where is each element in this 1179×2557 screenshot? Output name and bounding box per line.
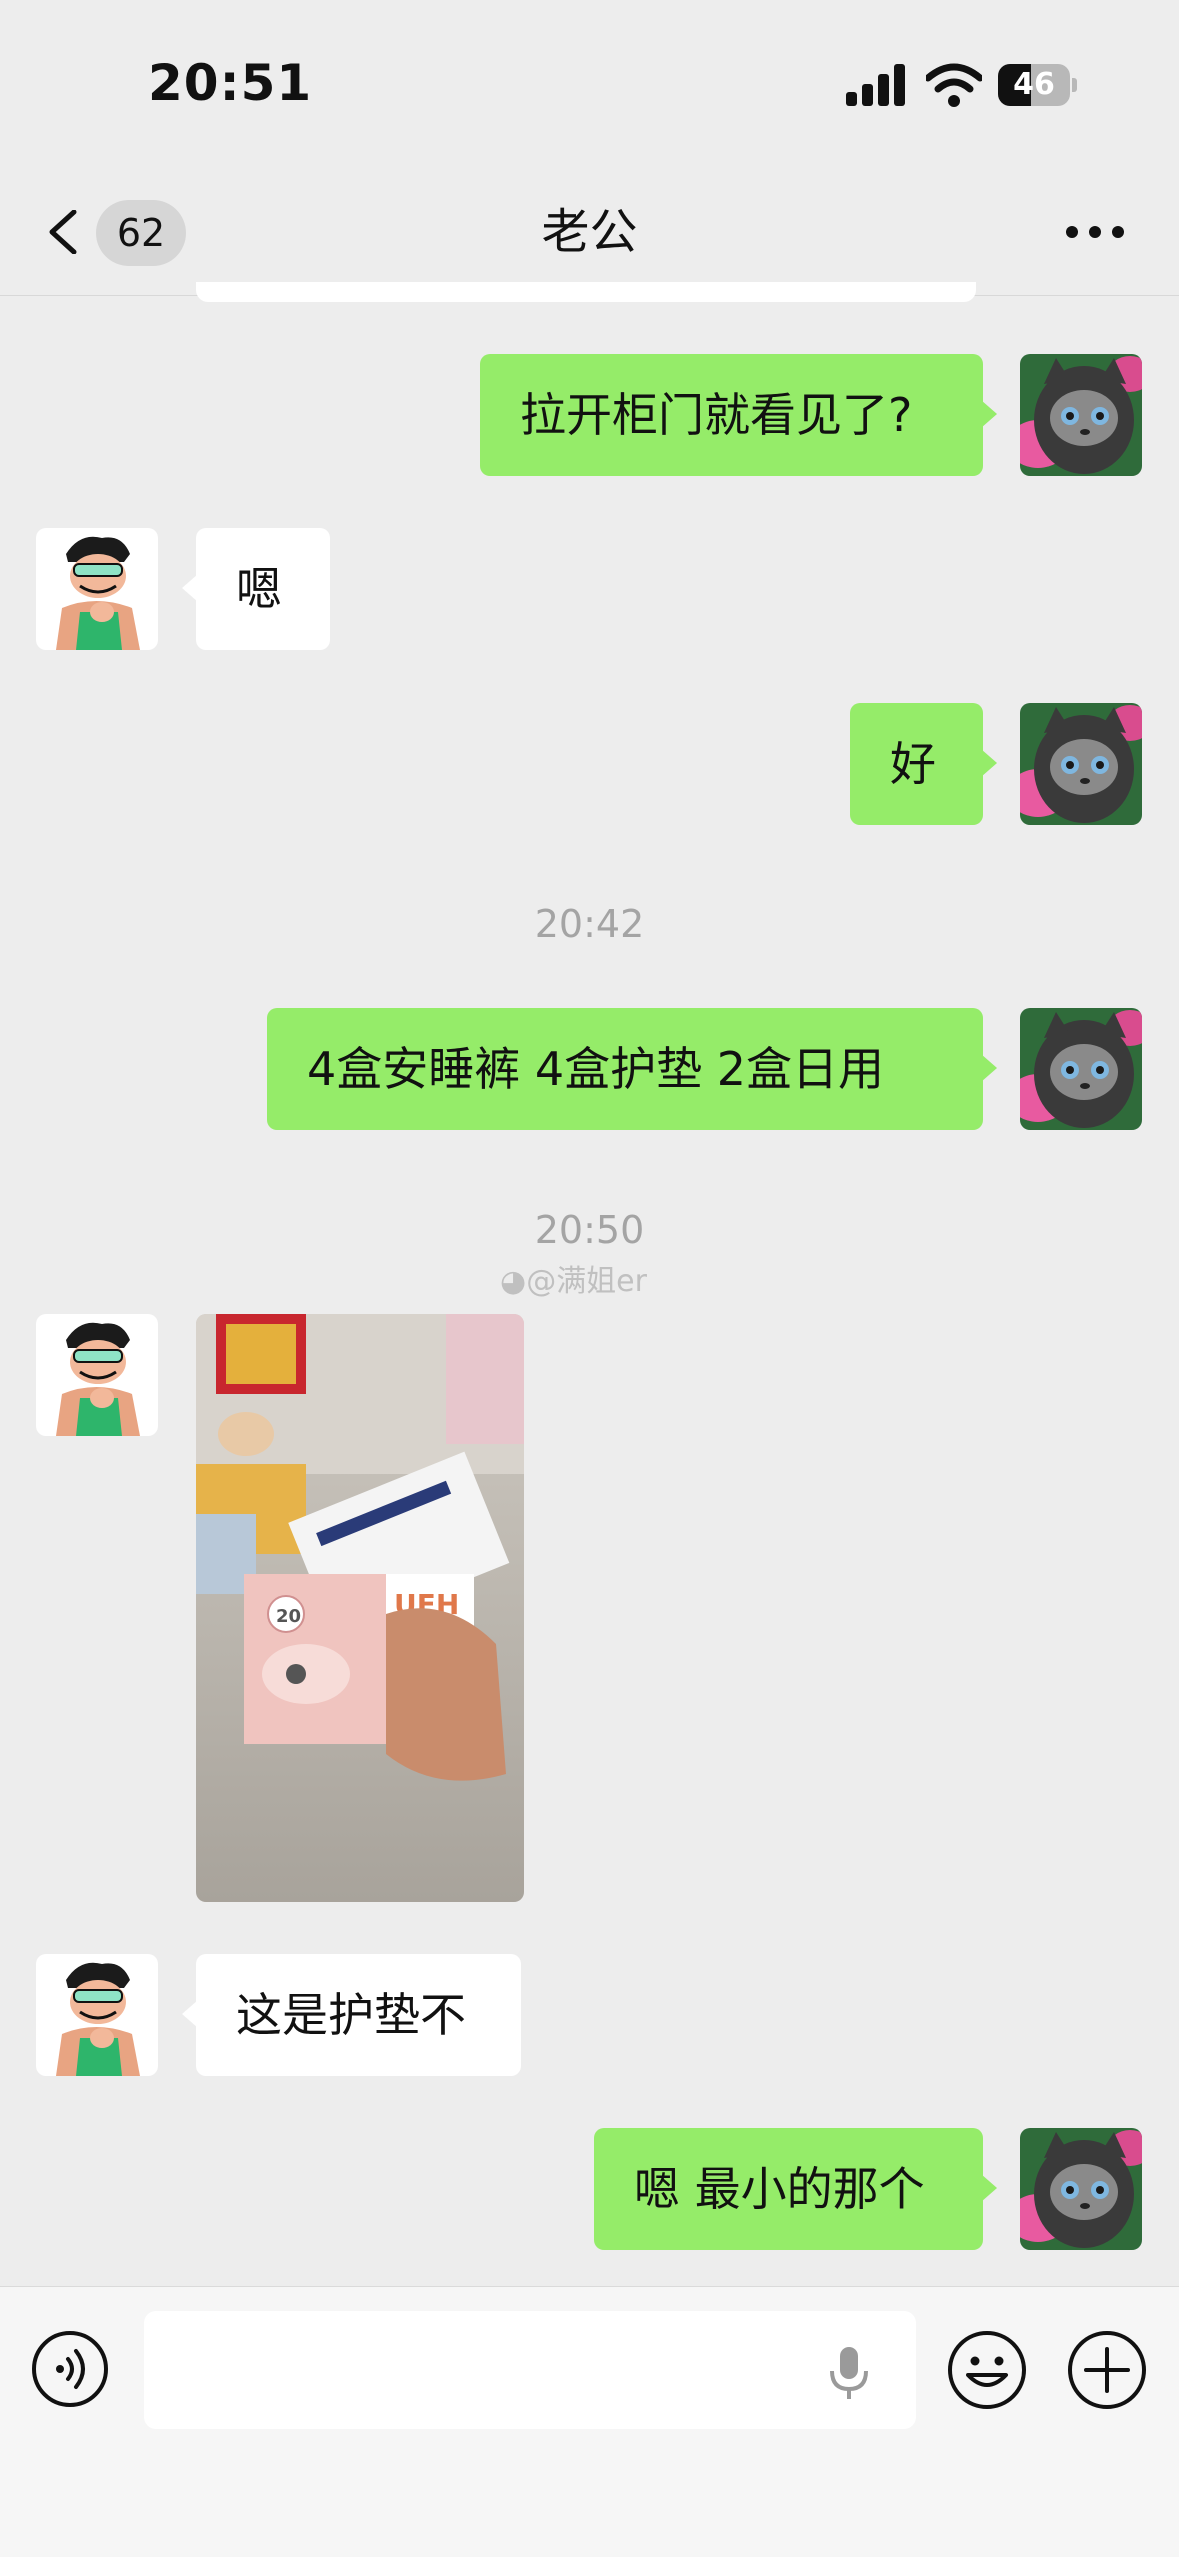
- message-bubble-incoming[interactable]: 这是护垫不: [182, 1954, 521, 2076]
- my-avatar[interactable]: [1020, 354, 1142, 476]
- message-text: 嗯: [236, 562, 282, 616]
- message-text: 嗯 最小的那个: [634, 2162, 925, 2216]
- cartoon-man-avatar-icon: [36, 1954, 158, 2076]
- back-button[interactable]: 62: [40, 192, 190, 272]
- weibo-icon: ◕: [500, 1264, 527, 1299]
- product-photo: UEH 20: [196, 1314, 524, 1902]
- image-message[interactable]: UEH 20: [196, 1314, 524, 1902]
- previous-message-card: [196, 282, 976, 302]
- battery-icon: 46: [998, 64, 1078, 106]
- plus-icon[interactable]: [1066, 2329, 1148, 2411]
- message-text: 拉开柜门就看见了?: [520, 388, 913, 442]
- chevron-left-icon: [49, 210, 77, 254]
- more-dots-icon: [1066, 226, 1078, 238]
- chat-timestamp: 20:42: [534, 902, 645, 946]
- message-bubble-outgoing[interactable]: 好: [850, 703, 997, 825]
- message-text: 这是护垫不: [236, 1988, 466, 2042]
- voice-icon[interactable]: [30, 2329, 110, 2409]
- cellular-signal-icon: [846, 64, 906, 106]
- message-text: 好: [890, 737, 936, 791]
- cartoon-man-avatar-icon: [36, 1314, 158, 1436]
- message-input-bar: [0, 2286, 1179, 2557]
- my-avatar[interactable]: [1020, 1008, 1142, 1130]
- my-avatar[interactable]: [1020, 2128, 1142, 2250]
- cat-avatar-icon: [1020, 2128, 1142, 2250]
- watermark: ◕@满姐er: [500, 1256, 647, 1300]
- message-bubble-incoming[interactable]: 嗯: [182, 528, 330, 650]
- unread-count-badge: 62: [96, 200, 186, 266]
- cat-avatar-icon: [1020, 1008, 1142, 1130]
- contact-avatar[interactable]: [36, 1954, 158, 2076]
- status-bar: 20:51 46: [0, 0, 1179, 170]
- message-text-field[interactable]: [144, 2311, 916, 2429]
- cat-avatar-icon: [1020, 354, 1142, 476]
- microphone-icon[interactable]: [824, 2345, 874, 2401]
- contact-avatar[interactable]: [36, 1314, 158, 1436]
- message-bubble-outgoing[interactable]: 拉开柜门就看见了?: [480, 354, 997, 476]
- status-time: 20:51: [148, 54, 313, 112]
- box-count-badge: 20: [276, 1606, 301, 1627]
- chat-header: 老公 62: [0, 170, 1179, 296]
- message-bubble-outgoing[interactable]: 4盒安睡裤 4盒护垫 2盒日用: [267, 1008, 997, 1130]
- more-options-button[interactable]: [1060, 210, 1130, 254]
- message-bubble-outgoing[interactable]: 嗯 最小的那个: [594, 2128, 997, 2250]
- emoji-icon[interactable]: [946, 2329, 1028, 2411]
- message-text: 4盒安睡裤 4盒护垫 2盒日用: [307, 1042, 885, 1096]
- battery-percent: 46: [1013, 67, 1055, 102]
- chat-timestamp: 20:50: [534, 1208, 645, 1252]
- watermark-text: @满姐er: [526, 1264, 647, 1299]
- wifi-icon: [926, 63, 982, 107]
- cartoon-man-avatar-icon: [36, 528, 158, 650]
- cat-avatar-icon: [1020, 703, 1142, 825]
- my-avatar[interactable]: [1020, 703, 1142, 825]
- contact-avatar[interactable]: [36, 528, 158, 650]
